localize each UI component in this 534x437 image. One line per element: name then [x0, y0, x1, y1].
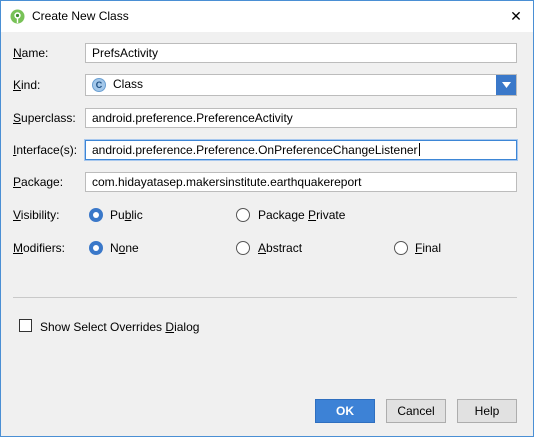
interfaces-value: android.preference.Preference.OnPreferen…: [92, 143, 418, 157]
interfaces-label: Interface(s):: [13, 143, 78, 157]
modifier-final-radio[interactable]: [394, 241, 408, 255]
cancel-button[interactable]: Cancel: [386, 399, 446, 423]
show-overrides-label[interactable]: Show Select Overrides Dialog: [40, 320, 199, 334]
dialog-content: Name: PrefsActivity Kind: C Class Superc…: [1, 32, 533, 436]
modifier-abstract-radio[interactable]: [236, 241, 250, 255]
modifier-none-label[interactable]: None: [110, 241, 139, 255]
separator: [13, 297, 517, 298]
visibility-public-label[interactable]: Public: [110, 208, 143, 222]
window-title: Create New Class: [32, 9, 129, 23]
interfaces-field[interactable]: android.preference.Preference.OnPreferen…: [85, 140, 517, 160]
superclass-field[interactable]: android.preference.PreferenceActivity: [85, 108, 517, 128]
name-value: PrefsActivity: [92, 46, 159, 60]
kind-value: Class: [113, 77, 144, 91]
visibility-public-radio[interactable]: [89, 208, 103, 222]
text-caret: [418, 143, 420, 156]
close-icon: ✕: [510, 8, 522, 24]
package-field[interactable]: com.hidayatasep.makersinstitute.earthqua…: [85, 172, 517, 192]
class-icon: C: [92, 78, 106, 92]
title-bar[interactable]: Create New Class ✕: [1, 1, 533, 32]
ok-button[interactable]: OK: [315, 399, 375, 423]
create-new-class-dialog: Create New Class ✕ Name: PrefsActivity K…: [0, 0, 534, 437]
modifier-abstract-label[interactable]: Abstract: [258, 241, 302, 255]
modifier-none-radio[interactable]: [89, 241, 103, 255]
name-label: Name:: [13, 46, 49, 60]
android-studio-icon: [10, 9, 25, 24]
modifiers-label: Modifiers:: [13, 241, 66, 255]
close-button[interactable]: ✕: [499, 1, 533, 32]
show-overrides-checkbox[interactable]: [19, 319, 32, 332]
package-value: com.hidayatasep.makersinstitute.earthqua…: [92, 175, 362, 189]
dropdown-arrow-button[interactable]: [496, 75, 516, 95]
kind-dropdown[interactable]: C Class: [85, 74, 517, 96]
superclass-value: android.preference.PreferenceActivity: [92, 111, 293, 125]
visibility-label: Visibility:: [13, 208, 60, 222]
name-field[interactable]: PrefsActivity: [85, 43, 517, 63]
modifier-final-label[interactable]: Final: [415, 241, 441, 255]
kind-label: Kind:: [13, 78, 41, 92]
superclass-label: Superclass:: [13, 111, 76, 125]
visibility-package-private-label[interactable]: Package Private: [258, 208, 345, 222]
package-label: Package:: [13, 175, 64, 189]
help-button[interactable]: Help: [457, 399, 517, 423]
chevron-down-icon: [501, 82, 511, 88]
visibility-package-private-radio[interactable]: [236, 208, 250, 222]
